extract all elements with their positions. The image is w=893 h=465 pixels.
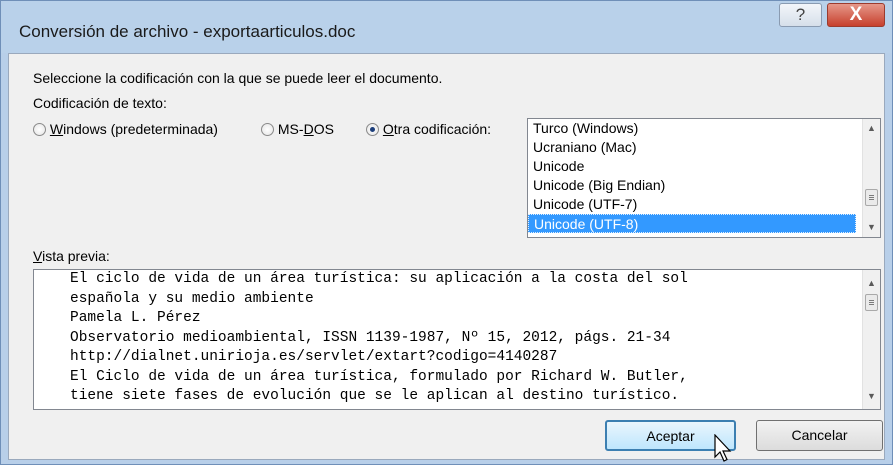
scroll-up-arrow-icon[interactable]: ▲ bbox=[863, 278, 880, 288]
list-item[interactable]: Unicode bbox=[528, 157, 856, 176]
mouse-pointer-icon bbox=[714, 434, 732, 462]
preview-scrollbar[interactable]: ▲ ▼ bbox=[862, 270, 880, 409]
preview-textbox[interactable]: El ciclo de vida de un área turística: s… bbox=[33, 269, 881, 410]
encoding-label: Codificación de texto: bbox=[33, 95, 167, 111]
radio-label-ms-dos: MS-DOS bbox=[278, 121, 334, 137]
list-item[interactable]: Ucraniano (Mac) bbox=[528, 138, 856, 157]
grip-line bbox=[869, 302, 874, 303]
close-icon: X bbox=[849, 4, 863, 25]
help-button[interactable]: ? bbox=[779, 3, 822, 27]
radio-label-rest: OS bbox=[313, 121, 334, 137]
radio-windows-default[interactable]: Windows (predeterminada) bbox=[33, 121, 218, 137]
list-item[interactable]: Unicode (Big Endian) bbox=[528, 176, 856, 195]
radio-label-prefix: MS- bbox=[277, 121, 304, 137]
encoding-scrollbar[interactable]: ▲ ▼ bbox=[862, 119, 880, 237]
scroll-down-arrow-icon[interactable]: ▼ bbox=[863, 391, 880, 401]
preview-line: tiene siete fases de evolución que se le… bbox=[70, 388, 680, 404]
preview-line: española y su medio ambiente bbox=[70, 290, 314, 307]
scrollbar-thumb[interactable] bbox=[865, 294, 878, 311]
conversion-dialog: Conversión de archivo - exportaarticulos… bbox=[0, 0, 893, 465]
grip-line bbox=[869, 300, 874, 301]
help-icon: ? bbox=[795, 5, 806, 24]
radio-button-ms-dos[interactable] bbox=[261, 123, 274, 136]
grip-line bbox=[869, 195, 874, 196]
radio-label-rest: tra codificación: bbox=[393, 121, 492, 137]
scroll-down-arrow-icon[interactable]: ▼ bbox=[863, 222, 880, 232]
instruction-text: Seleccione la codificación con la que se… bbox=[33, 70, 443, 86]
preview-label-rest: ista previa: bbox=[42, 248, 110, 264]
encoding-listbox[interactable]: Turco (Windows) Ucraniano (Mac) Unicode … bbox=[527, 118, 881, 238]
radio-ms-dos[interactable]: MS-DOS bbox=[261, 121, 334, 137]
title-bar[interactable]: Conversión de archivo - exportaarticulos… bbox=[1, 1, 892, 53]
grip-line bbox=[869, 304, 874, 305]
mnemonic-w: W bbox=[49, 121, 64, 137]
list-item[interactable]: Turco (Windows) bbox=[528, 119, 856, 138]
mnemonic-v: V bbox=[33, 248, 43, 264]
radio-label-rest: indows (predeterminada) bbox=[63, 121, 218, 137]
scrollbar-thumb[interactable] bbox=[865, 189, 878, 206]
radio-button-windows[interactable] bbox=[33, 123, 46, 136]
preview-line: Pamela L. Pérez bbox=[70, 310, 201, 326]
window-title: Conversión de archivo - exportaarticulos… bbox=[19, 22, 356, 41]
radio-button-other[interactable] bbox=[366, 123, 379, 136]
preview-line: El Ciclo de vida de un área turística, f… bbox=[70, 368, 688, 385]
grip-line bbox=[869, 197, 874, 198]
preview-line: http://dialnet.unirioja.es/servlet/extar… bbox=[70, 349, 558, 365]
preview-label: Vista previa: bbox=[33, 248, 110, 264]
mnemonic-d: D bbox=[303, 121, 314, 137]
radio-label-windows: Windows (predeterminada) bbox=[50, 121, 218, 137]
list-item-selected[interactable]: Unicode (UTF-8) bbox=[528, 214, 856, 233]
cancel-button[interactable]: Cancelar bbox=[756, 420, 883, 451]
mnemonic-o: O bbox=[382, 121, 394, 137]
close-button[interactable]: X bbox=[827, 3, 885, 27]
grip-line bbox=[869, 199, 874, 200]
scroll-up-arrow-icon[interactable]: ▲ bbox=[863, 123, 880, 133]
preview-line: El ciclo de vida de un área turística: s… bbox=[70, 271, 688, 287]
preview-line: Observatorio medioambiental, ISSN 1139-1… bbox=[70, 329, 671, 346]
radio-label-other: Otra codificación: bbox=[383, 121, 491, 137]
list-item[interactable]: Unicode (UTF-7) bbox=[528, 195, 856, 214]
radio-other-encoding[interactable]: Otra codificación: bbox=[366, 121, 491, 137]
